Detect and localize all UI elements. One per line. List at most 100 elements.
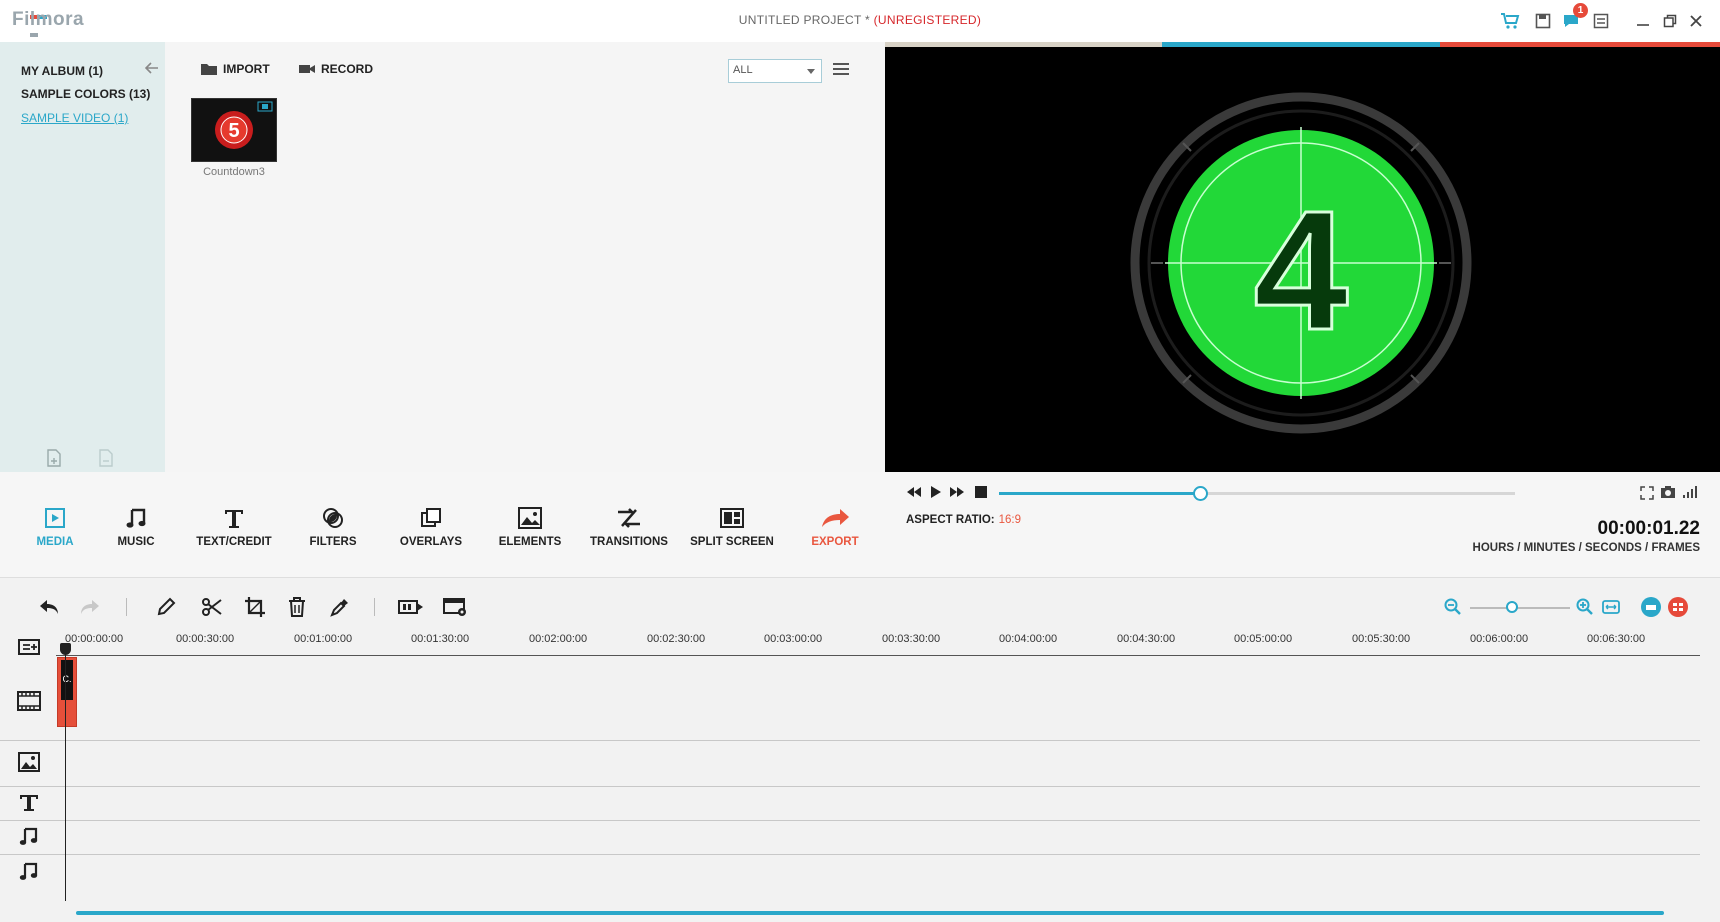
delete-icon[interactable] (284, 594, 310, 620)
save-icon[interactable] (1532, 10, 1554, 32)
aspect-ratio-value[interactable]: 16:9 (999, 514, 1021, 526)
aspect-ratio-label: ASPECT RATIO: (906, 514, 995, 526)
ruler-tick: 00:06:00:00 (1470, 633, 1529, 645)
tab-overlays[interactable]: OVERLAYS (386, 504, 476, 548)
seek-progress (999, 492, 1201, 495)
seek-handle[interactable] (1193, 486, 1209, 501)
zoom-handle[interactable] (1506, 601, 1518, 613)
media-thumbnail[interactable]: 5 (191, 98, 277, 162)
split-icon[interactable] (199, 594, 225, 620)
music-icon (91, 504, 181, 532)
video-track[interactable] (0, 663, 1700, 741)
import-button[interactable]: IMPORT (201, 62, 270, 76)
mode-grid-icon[interactable] (1665, 594, 1691, 620)
album-sample-colors[interactable]: SAMPLE COLORS (13) (21, 87, 150, 101)
video-preview[interactable]: 4 (885, 47, 1720, 472)
image-track[interactable] (0, 741, 1700, 787)
fast-forward-icon[interactable] (949, 485, 965, 499)
eyedropper-icon[interactable] (327, 594, 353, 620)
settings-icon[interactable] (443, 594, 469, 620)
restore-icon[interactable] (1659, 10, 1681, 32)
edit-icon[interactable] (153, 594, 179, 620)
arrow-left-icon[interactable] (145, 62, 159, 74)
elements-icon (485, 504, 575, 532)
ruler-tick: 00:01:30:00 (411, 633, 470, 645)
undo-icon[interactable] (36, 594, 62, 620)
media-icon (10, 504, 100, 532)
filter-value: ALL (733, 64, 753, 76)
export-button[interactable]: EXPORT (790, 504, 880, 548)
text-icon (189, 504, 279, 532)
music-track-1[interactable] (0, 821, 1700, 855)
music-track-icon (16, 823, 42, 849)
notification-badge: 1 (1573, 3, 1588, 18)
album-sample-video[interactable]: SAMPLE VIDEO (1) (21, 111, 128, 125)
ruler-tick: 00:05:00:00 (1234, 633, 1293, 645)
ruler-tick: 00:05:30:00 (1352, 633, 1411, 645)
zoom-in-icon[interactable] (1572, 594, 1598, 620)
image-track-icon (16, 749, 42, 775)
tab-music[interactable]: MUSIC (91, 504, 181, 548)
tab-label: FILTERS (309, 536, 357, 548)
snapshot-icon[interactable] (1660, 485, 1676, 499)
tab-text-credit[interactable]: TEXT/CREDIT (189, 504, 279, 548)
timeline-ruler[interactable]: 00:00:00:00 00:00:30:00 00:01:00:00 00:0… (56, 633, 1700, 663)
tab-filters[interactable]: FILTERS (288, 504, 378, 548)
fullscreen-icon[interactable] (1640, 486, 1654, 500)
export-icon (790, 504, 880, 532)
tab-label: OVERLAYS (399, 536, 463, 548)
thumbnail-label: Countdown3 (203, 166, 265, 178)
project-name: UNTITLED PROJECT * (738, 13, 874, 27)
tab-split-screen[interactable]: SPLIT SCREEN (687, 504, 777, 548)
music-track-2[interactable] (0, 855, 1700, 895)
tab-elements[interactable]: ELEMENTS (485, 504, 575, 548)
timeline: 00:00:00:00 00:00:30:00 00:01:00:00 00:0… (0, 577, 1720, 922)
tab-media[interactable]: MEDIA (10, 504, 100, 548)
tab-transitions[interactable]: TRANSITIONS (584, 504, 674, 548)
menu-icon[interactable] (1590, 10, 1612, 32)
record-button[interactable]: RECORD (299, 62, 373, 76)
close-icon[interactable] (1685, 10, 1707, 32)
play-icon[interactable] (930, 485, 942, 499)
media-filter-dropdown[interactable]: ALL (728, 59, 822, 83)
album-my-album[interactable]: MY ALBUM (1) (21, 64, 103, 78)
window-title: UNTITLED PROJECT * (UNREGISTERED) (0, 13, 1720, 27)
list-view-icon[interactable] (833, 62, 849, 76)
redo-icon[interactable] (77, 594, 103, 620)
speed-icon[interactable] (398, 594, 424, 620)
tab-label: TEXT/CREDIT (196, 536, 272, 548)
text-track[interactable] (0, 787, 1700, 821)
folder-icon (201, 63, 217, 75)
timeline-clip[interactable]: C. (57, 657, 77, 727)
crop-icon[interactable] (242, 594, 268, 620)
zoom-out-icon[interactable] (1440, 594, 1466, 620)
cart-icon[interactable] (1499, 10, 1521, 32)
playhead[interactable] (65, 651, 66, 901)
zoom-slider[interactable] (1470, 607, 1570, 609)
mode-toggle-icon[interactable] (1639, 594, 1665, 620)
tool-tabs: MEDIA MUSIC TEXT/CREDIT FILTERS OVERLAYS… (0, 472, 885, 577)
video-track-icon (16, 688, 42, 714)
seek-bar[interactable] (999, 486, 1515, 501)
filters-icon (288, 504, 378, 532)
ruler-tick: 00:03:30:00 (882, 633, 941, 645)
import-label: IMPORT (223, 62, 270, 76)
add-track-icon[interactable] (16, 634, 42, 660)
remove-album-icon[interactable] (98, 449, 114, 467)
fit-timeline-icon[interactable] (1598, 594, 1624, 620)
tab-label: EXPORT (811, 536, 859, 548)
ruler-tick: 00:02:00:00 (529, 633, 588, 645)
tab-label: MUSIC (117, 536, 155, 548)
add-album-icon[interactable] (46, 449, 62, 467)
ruler-tick: 00:06:30:00 (1587, 633, 1646, 645)
ruler-tick: 00:04:30:00 (1117, 633, 1176, 645)
ruler-tick: 00:00:30:00 (176, 633, 235, 645)
volume-icon[interactable] (1682, 485, 1698, 499)
timeline-scrollbar[interactable] (76, 911, 1664, 915)
ruler-tick: 00:03:00:00 (764, 633, 823, 645)
toolbar-divider (126, 598, 127, 616)
minimize-icon[interactable] (1632, 10, 1654, 32)
ruler-baseline (56, 655, 1700, 656)
rewind-icon[interactable] (906, 485, 922, 499)
stop-icon[interactable] (975, 486, 987, 498)
